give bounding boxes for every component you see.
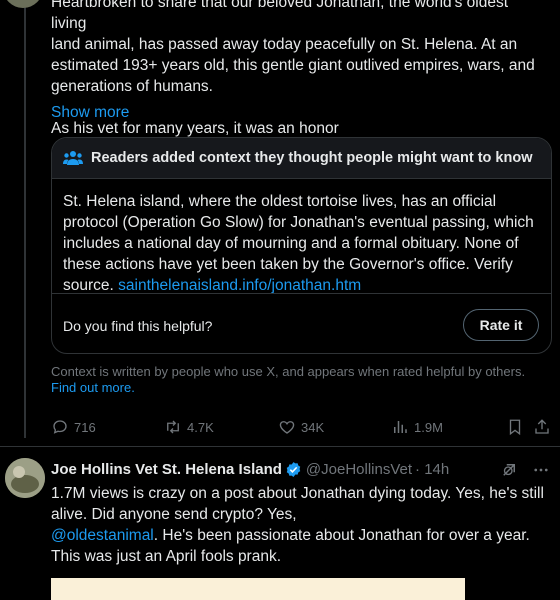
thread-line — [24, 0, 26, 438]
reply-author-handle[interactable]: @JoeHollinsVet — [306, 461, 412, 478]
action-bar: 716 4.7K 34K 1.9M — [51, 418, 551, 442]
reply-text: 1.7M views is crazy on a post about Jona… — [51, 483, 546, 567]
bookmark-icon — [509, 419, 521, 436]
like-count: 34K — [301, 419, 325, 435]
author-avatar[interactable] — [3, 0, 43, 8]
share-action[interactable] — [533, 418, 556, 436]
reply-header-icons — [500, 461, 550, 479]
reply-author-avatar[interactable] — [5, 458, 45, 498]
views-action[interactable]: 1.9M — [391, 418, 443, 436]
mention-link[interactable]: @oldestanimal — [51, 527, 154, 544]
post-line-2: land animal, has passed away today peace… — [51, 36, 518, 53]
analytics-icon — [394, 421, 407, 433]
community-note: Readers added context they thought peopl… — [51, 137, 552, 354]
grok-icon[interactable] — [500, 461, 518, 479]
context-notice: Context is written by people who use X, … — [51, 364, 541, 396]
helpful-question: Do you find this helpful? — [63, 318, 213, 334]
like-action[interactable]: 34K — [278, 418, 324, 436]
reply-header: Joe Hollins Vet St. Helena Island @JoeHo… — [51, 461, 449, 478]
show-more-link[interactable]: Show more — [51, 104, 129, 122]
find-out-more-link[interactable]: Find out more. — [51, 380, 135, 395]
community-note-source-link[interactable]: sainthelenaisland.info/jonathan.htm — [118, 277, 361, 294]
post-separator — [0, 446, 560, 447]
reply-attached-image[interactable] — [51, 578, 465, 600]
bookmark-action[interactable] — [506, 418, 529, 436]
more-options-icon[interactable] — [532, 461, 550, 479]
people-icon — [63, 151, 83, 165]
share-icon — [535, 419, 549, 434]
repost-icon — [167, 420, 179, 434]
post-line-3: estimated 193+ years old, this gentle gi… — [51, 57, 535, 74]
community-note-header: Readers added context they thought peopl… — [52, 138, 551, 179]
community-note-title: Readers added context they thought peopl… — [91, 150, 533, 166]
divider — [52, 293, 551, 294]
context-notice-text: Context is written by people who use X, … — [51, 364, 526, 379]
reply-author-name[interactable]: Joe Hollins Vet St. Helena Island — [51, 461, 282, 478]
reply-action[interactable]: 716 — [51, 418, 96, 436]
view-count: 1.9M — [414, 419, 443, 435]
post-line-1: Heartbroken to share that our beloved Jo… — [51, 0, 509, 32]
community-note-body: St. Helena island, where the oldest tort… — [52, 179, 551, 296]
reply-timestamp[interactable]: · 14h — [415, 461, 449, 478]
reply-icon — [53, 420, 67, 434]
rate-it-button[interactable]: Rate it — [463, 309, 539, 341]
repost-count: 4.7K — [187, 419, 214, 435]
reply-text-part-1: 1.7M views is crazy on a post about Jona… — [51, 485, 544, 523]
heart-icon — [279, 421, 295, 434]
verified-badge-icon — [286, 462, 301, 477]
avatar-photo — [5, 458, 45, 498]
post-line-4: generations of humans. — [51, 78, 213, 95]
reply-count: 716 — [74, 419, 96, 435]
repost-action[interactable]: 4.7K — [164, 418, 214, 436]
